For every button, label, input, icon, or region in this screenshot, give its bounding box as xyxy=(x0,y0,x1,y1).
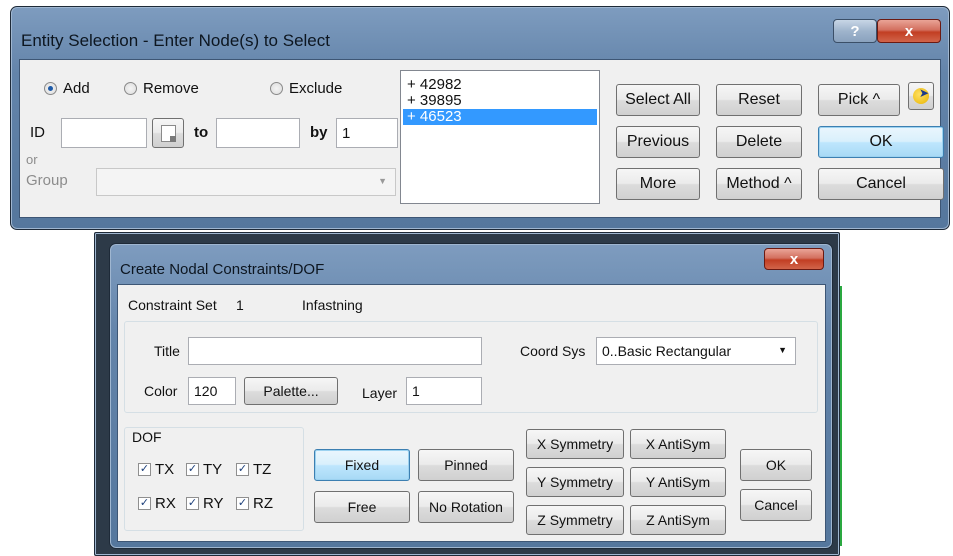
close-button[interactable]: x xyxy=(764,248,824,270)
chevron-down-icon: ▼ xyxy=(378,176,387,186)
radio-exclude-label: Exclude xyxy=(289,80,343,97)
pick-tool-button[interactable]: ➤ xyxy=(908,82,934,110)
list-item[interactable]: + 39895 xyxy=(403,93,597,109)
id-select-button[interactable] xyxy=(152,118,184,148)
coord-sys-value: 0..Basic Rectangular xyxy=(602,343,732,359)
constraint-window-frame: Create Nodal Constraints/DOF x Constrain… xyxy=(109,243,833,549)
previous-button[interactable]: Previous xyxy=(616,126,700,158)
layer-input[interactable]: 1 xyxy=(406,377,482,405)
checkbox-ty-label: TY xyxy=(203,461,223,478)
checkbox-ty-box: ✓ xyxy=(186,463,199,476)
title-label: Title xyxy=(154,343,180,359)
checkbox-ty[interactable]: ✓ TY xyxy=(186,461,222,478)
checkbox-tz[interactable]: ✓ TZ xyxy=(236,461,271,478)
to-label: to xyxy=(194,124,209,141)
window-title: Entity Selection - Enter Node(s) to Sele… xyxy=(21,31,330,50)
checkbox-tx-box: ✓ xyxy=(138,463,151,476)
node-list[interactable]: + 42982 + 39895 + 46523 xyxy=(400,70,600,204)
reset-button[interactable]: Reset xyxy=(716,84,802,116)
constraint-window: Create Nodal Constraints/DOF x Constrain… xyxy=(94,232,840,556)
checkbox-ry[interactable]: ✓ RY xyxy=(186,495,224,512)
method-button[interactable]: Method ^ xyxy=(716,168,802,200)
radio-remove-label: Remove xyxy=(143,80,199,97)
checkbox-ry-label: RY xyxy=(203,495,224,512)
checkbox-rz[interactable]: ✓ RZ xyxy=(236,495,273,512)
checkbox-rz-label: RZ xyxy=(253,495,273,512)
pick-button[interactable]: Pick ^ xyxy=(818,84,900,116)
ok-button[interactable]: OK xyxy=(740,449,812,481)
radio-add-label: Add xyxy=(63,80,90,97)
ok-button[interactable]: OK xyxy=(818,126,944,158)
title-input[interactable] xyxy=(188,337,482,365)
select-list-icon xyxy=(160,124,176,142)
entity-selection-window: Entity Selection - Enter Node(s) to Sele… xyxy=(10,6,950,230)
constraint-set-name: Infastning xyxy=(302,297,363,313)
no-rotation-button[interactable]: No Rotation xyxy=(418,491,514,523)
checkbox-tx[interactable]: ✓ TX xyxy=(138,461,174,478)
y-symmetry-button[interactable]: Y Symmetry xyxy=(526,467,624,497)
color-input[interactable]: 120 xyxy=(188,377,236,405)
group-label: Group xyxy=(26,172,68,189)
entity-selection-client: Add Remove Exclude ID to by 1 or Group ▼ xyxy=(19,59,944,218)
id-label: ID xyxy=(30,124,45,141)
group-select[interactable]: ▼ xyxy=(96,168,396,196)
coord-sys-label: Coord Sys xyxy=(520,343,586,359)
z-symmetry-button[interactable]: Z Symmetry xyxy=(526,505,624,535)
list-item[interactable]: + 46523 xyxy=(403,109,597,125)
radio-remove[interactable]: Remove xyxy=(124,80,199,97)
id-from-input[interactable] xyxy=(61,118,147,148)
checkbox-rx[interactable]: ✓ RX xyxy=(138,495,176,512)
checkbox-rz-box: ✓ xyxy=(236,497,249,510)
checkbox-tz-box: ✓ xyxy=(236,463,249,476)
entity-selection-titlebar: Entity Selection - Enter Node(s) to Sele… xyxy=(21,25,330,57)
close-button[interactable]: x xyxy=(877,19,941,43)
checkbox-tx-label: TX xyxy=(155,461,175,478)
help-icon: ? xyxy=(850,22,860,40)
constraint-client: Constraint Set 1 Infastning Title Coord … xyxy=(117,284,826,542)
id-to-input[interactable] xyxy=(216,118,300,148)
constraint-set-label: Constraint Set xyxy=(128,297,217,313)
pinned-button[interactable]: Pinned xyxy=(418,449,514,481)
close-icon: x xyxy=(904,22,914,40)
radio-exclude-indicator xyxy=(270,82,283,95)
list-item[interactable]: + 42982 xyxy=(403,77,597,93)
checkbox-rx-box: ✓ xyxy=(138,497,151,510)
more-button[interactable]: More xyxy=(616,168,700,200)
by-label: by xyxy=(310,124,328,141)
delete-button[interactable]: Delete xyxy=(716,126,802,158)
or-label: or xyxy=(26,152,38,167)
free-button[interactable]: Free xyxy=(314,491,410,523)
constraint-set-value: 1 xyxy=(236,297,244,313)
coord-sys-select[interactable]: 0..Basic Rectangular ▼ xyxy=(596,337,796,365)
fixed-button[interactable]: Fixed xyxy=(314,449,410,481)
radio-remove-indicator xyxy=(124,82,137,95)
dof-label: DOF xyxy=(130,429,164,445)
select-all-button[interactable]: Select All xyxy=(616,84,700,116)
constraint-titlebar: Create Nodal Constraints/DOF xyxy=(120,258,324,280)
x-symmetry-button[interactable]: X Symmetry xyxy=(526,429,624,459)
x-antisym-button[interactable]: X AntiSym xyxy=(630,429,726,459)
checkbox-rx-label: RX xyxy=(155,495,176,512)
id-by-input[interactable]: 1 xyxy=(336,118,398,148)
close-icon: x xyxy=(789,250,799,268)
palette-button[interactable]: Palette... xyxy=(244,377,338,405)
cancel-button[interactable]: Cancel xyxy=(740,489,812,521)
radio-add-indicator xyxy=(44,82,57,95)
y-antisym-button[interactable]: Y AntiSym xyxy=(630,467,726,497)
checkbox-ry-box: ✓ xyxy=(186,497,199,510)
checkbox-tz-label: TZ xyxy=(253,461,272,478)
color-label: Color xyxy=(144,383,178,399)
radio-add[interactable]: Add xyxy=(44,80,90,97)
layer-label: Layer xyxy=(362,385,398,401)
chevron-down-icon: ▼ xyxy=(778,345,787,355)
help-button[interactable]: ? xyxy=(833,19,877,43)
radio-exclude[interactable]: Exclude xyxy=(270,80,342,97)
cancel-button[interactable]: Cancel xyxy=(818,168,944,200)
z-antisym-button[interactable]: Z AntiSym xyxy=(630,505,726,535)
window-title: Create Nodal Constraints/DOF xyxy=(120,260,325,278)
pick-cursor-icon: ➤ xyxy=(913,86,929,104)
